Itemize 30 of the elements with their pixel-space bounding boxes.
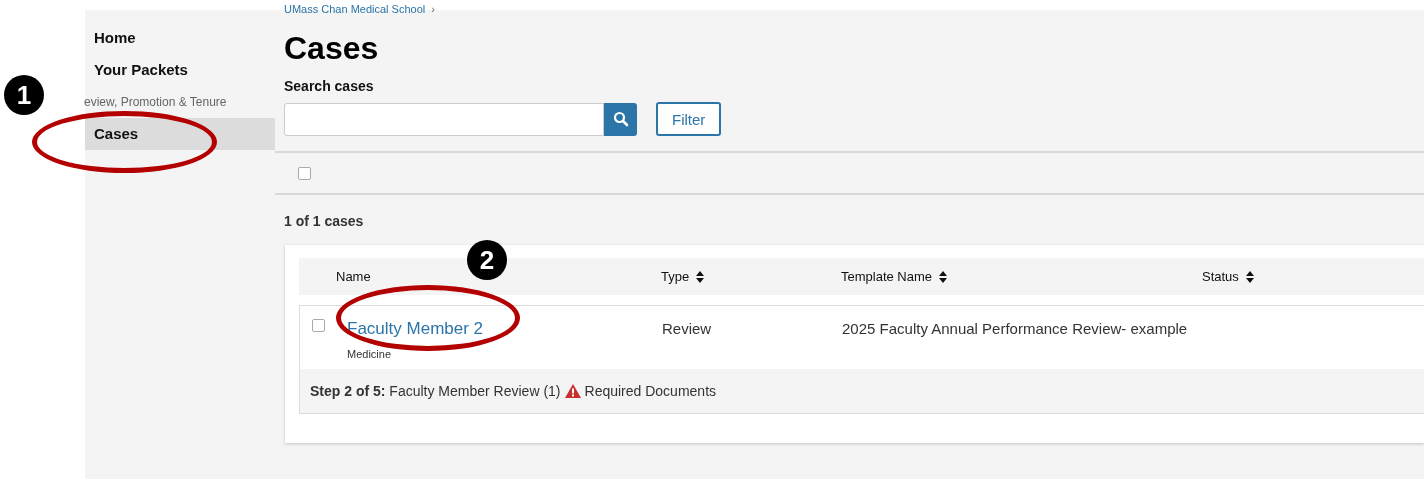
filter-button[interactable]: Filter (656, 102, 722, 136)
search-icon (612, 111, 629, 127)
page-title: Cases (284, 29, 380, 66)
case-count: 1 of 1 cases (284, 213, 365, 229)
search-button[interactable] (604, 102, 637, 136)
warning-text: Required Documents (584, 383, 717, 399)
table-cell: Review (662, 320, 712, 337)
sort-icon[interactable] (1245, 270, 1254, 283)
sidebar-section-label: eview, Promotion & Tenure (84, 94, 228, 111)
column-header[interactable]: Template Name (841, 269, 933, 284)
department-text: Medicine (347, 348, 393, 360)
search-field[interactable] (284, 102, 604, 136)
step-text: Step 2 of 5: Faculty Member Review (1) (310, 383, 561, 399)
case-name-link[interactable]: Faculty Member 2 (347, 319, 484, 338)
search-label: Search cases (284, 78, 375, 94)
annotation-number: 1 (4, 75, 44, 115)
column-header[interactable]: Type (661, 269, 690, 284)
warning-icon (564, 384, 581, 398)
sort-icon[interactable] (696, 270, 705, 283)
column-header: Name (336, 269, 371, 284)
sidebar-item[interactable]: Home (85, 22, 275, 54)
breadcrumb-link[interactable]: UMass Chan Medical School (284, 3, 426, 15)
sidebar-item[interactable]: Cases (85, 118, 275, 150)
table-cell: 2025 Faculty Annual Performance Review- example (842, 320, 1188, 337)
sidebar-item[interactable]: Your Packets (85, 54, 275, 86)
row-checkbox[interactable] (312, 319, 325, 332)
sort-icon[interactable] (939, 270, 948, 283)
select-all-checkbox[interactable] (298, 166, 311, 180)
column-header[interactable]: Status (1202, 269, 1239, 284)
breadcrumb-separator: › (431, 3, 435, 15)
